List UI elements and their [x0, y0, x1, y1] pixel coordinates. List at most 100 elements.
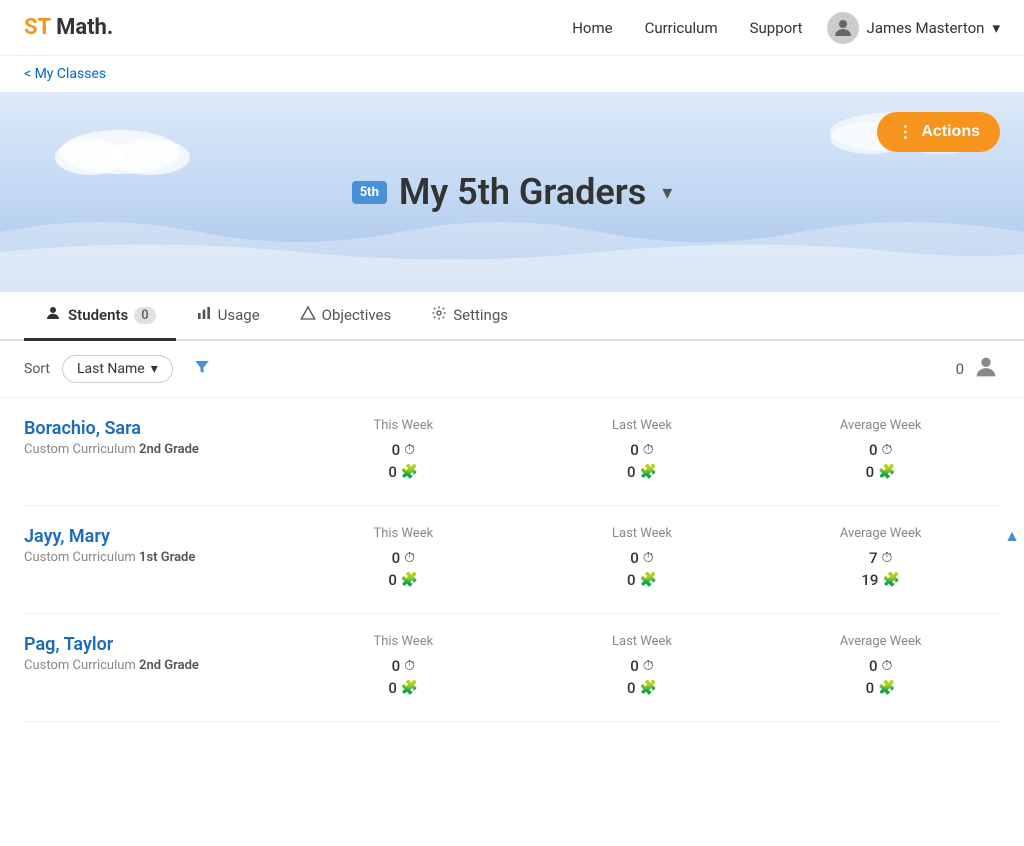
- this-week-puzzles-0: 0 🧩: [284, 463, 523, 481]
- last-week-puzzles-1: 0 🧩: [523, 571, 762, 589]
- nav-support[interactable]: Support: [750, 19, 803, 37]
- puzzle-icon-lw2: 🧩: [640, 680, 657, 696]
- last-week-label-0: Last Week: [523, 418, 762, 433]
- last-week-col-2: Last Week 0 ⏱ 0 🧩: [523, 634, 762, 701]
- avg-week-col-0: Average Week 0 ⏱ 0 🧩: [761, 418, 1000, 485]
- this-week-time-0: 0 ⏱: [284, 441, 523, 459]
- nav-links: Home Curriculum Support: [572, 19, 802, 37]
- objectives-tab-icon: [300, 305, 316, 325]
- table-row: Borachio, Sara Custom Curriculum 2nd Gra…: [24, 398, 1000, 506]
- this-week-label-0: This Week: [284, 418, 523, 433]
- settings-tab-icon: [431, 305, 447, 325]
- breadcrumb[interactable]: < My Classes: [0, 56, 1024, 92]
- avg-week-time-1: 7 ⏱: [761, 549, 1000, 567]
- grade-badge: 5th: [352, 181, 387, 204]
- header: ST Math. Home Curriculum Support James M…: [0, 0, 1024, 56]
- this-week-col-0: This Week 0 ⏱ 0 🧩: [284, 418, 523, 485]
- student-name-2[interactable]: Pag, Taylor: [24, 634, 113, 655]
- user-menu[interactable]: James Masterton ▾: [827, 12, 1000, 44]
- avg-week-time-0: 0 ⏱: [761, 441, 1000, 459]
- sort-current-value: Last Name: [77, 361, 145, 377]
- student-icon: [972, 353, 1000, 385]
- usage-tab-icon: [196, 305, 212, 325]
- clock-icon-tw2: ⏱: [404, 658, 415, 674]
- student-name-1[interactable]: Jayy, Mary: [24, 526, 110, 547]
- actions-dots-icon: ⋮: [897, 122, 913, 142]
- avg-week-puzzles-0: 0 🧩: [761, 463, 1000, 481]
- avg-week-label-2: Average Week: [761, 634, 1000, 649]
- actions-button[interactable]: ⋮ Actions: [877, 112, 1000, 152]
- logo-st: ST: [24, 15, 51, 40]
- student-info-1: Jayy, Mary Custom Curriculum 1st Grade: [24, 526, 284, 565]
- nav-home[interactable]: Home: [572, 19, 612, 37]
- last-week-puzzles-2: 0 🧩: [523, 679, 762, 697]
- tab-objectives-label: Objectives: [322, 306, 392, 324]
- scroll-up-indicator[interactable]: ▲: [1004, 526, 1020, 546]
- tab-settings-label: Settings: [453, 306, 508, 324]
- last-week-label-1: Last Week: [523, 526, 762, 541]
- hero-title: 5th My 5th Graders ▾: [352, 171, 673, 213]
- tab-objectives[interactable]: Objectives: [280, 292, 412, 341]
- last-week-time-2: 0 ⏱: [523, 657, 762, 675]
- puzzle-icon-tw1: 🧩: [401, 572, 418, 588]
- student-count: 0: [956, 360, 964, 378]
- this-week-col-2: This Week 0 ⏱ 0 🧩: [284, 634, 523, 701]
- sort-right: 0: [956, 353, 1000, 385]
- puzzle-icon-aw1: 🧩: [882, 572, 899, 588]
- avg-week-puzzles-2: 0 🧩: [761, 679, 1000, 697]
- filter-button[interactable]: [185, 354, 219, 385]
- puzzle-icon-lw1: 🧩: [640, 572, 657, 588]
- clock-icon-lw2: ⏱: [643, 658, 654, 674]
- student-list: Borachio, Sara Custom Curriculum 2nd Gra…: [0, 398, 1024, 722]
- logo: ST Math.: [24, 15, 113, 40]
- this-week-puzzles-1: 0 🧩: [284, 571, 523, 589]
- user-dropdown-icon: ▾: [992, 19, 1000, 37]
- clock-icon-aw0: ⏱: [881, 442, 892, 458]
- puzzle-icon: 🧩: [401, 464, 418, 480]
- sort-label: Sort: [24, 361, 50, 377]
- student-name-0[interactable]: Borachio, Sara: [24, 418, 141, 439]
- clock-icon-lw1: ⏱: [643, 550, 654, 566]
- avg-week-col-1: Average Week 7 ⏱ 19 🧩 ▲: [761, 526, 1000, 593]
- tab-settings[interactable]: Settings: [411, 292, 528, 341]
- avg-week-label-1: Average Week: [761, 526, 1000, 541]
- tab-students[interactable]: Students 0: [24, 292, 176, 341]
- clock-icon-lw0: ⏱: [643, 442, 654, 458]
- last-week-time-1: 0 ⏱: [523, 549, 762, 567]
- student-curriculum-0: Custom Curriculum 2nd Grade: [24, 442, 264, 457]
- class-dropdown-icon[interactable]: ▾: [662, 180, 672, 204]
- table-row: Pag, Taylor Custom Curriculum 2nd Grade …: [24, 614, 1000, 722]
- student-info-2: Pag, Taylor Custom Curriculum 2nd Grade: [24, 634, 284, 673]
- this-week-time-1: 0 ⏱: [284, 549, 523, 567]
- clock-icon-aw2: ⏱: [881, 658, 892, 674]
- hero-banner: 5th My 5th Graders ▾ ⋮ Actions: [0, 92, 1024, 292]
- puzzle-icon-lw0: 🧩: [640, 464, 657, 480]
- sort-dropdown-icon: ▾: [151, 361, 158, 377]
- student-curriculum-1: Custom Curriculum 1st Grade: [24, 550, 264, 565]
- this-week-col-1: This Week 0 ⏱ 0 🧩: [284, 526, 523, 593]
- avatar: [827, 12, 859, 44]
- student-grade-1: 1st Grade: [139, 550, 195, 565]
- students-tab-icon: [44, 304, 62, 326]
- user-name: James Masterton: [867, 19, 985, 37]
- nav-curriculum[interactable]: Curriculum: [645, 19, 718, 37]
- tab-students-label: Students: [68, 306, 128, 324]
- logo-math: Math.: [51, 15, 114, 40]
- last-week-col-1: Last Week 0 ⏱ 0 🧩: [523, 526, 762, 593]
- class-name: My 5th Graders: [399, 171, 646, 213]
- last-week-puzzles-0: 0 🧩: [523, 463, 762, 481]
- puzzle-icon-tw2: 🧩: [401, 680, 418, 696]
- puzzle-icon-aw0: 🧩: [878, 464, 895, 480]
- sort-bar: Sort Last Name ▾ 0: [0, 341, 1024, 398]
- this-week-time-2: 0 ⏱: [284, 657, 523, 675]
- student-grade-2: 2nd Grade: [139, 658, 199, 673]
- table-row: Jayy, Mary Custom Curriculum 1st Grade T…: [24, 506, 1000, 614]
- student-curriculum-2: Custom Curriculum 2nd Grade: [24, 658, 264, 673]
- avg-week-time-2: 0 ⏱: [761, 657, 1000, 675]
- student-info-0: Borachio, Sara Custom Curriculum 2nd Gra…: [24, 418, 284, 457]
- clock-icon-aw1: ⏱: [881, 550, 892, 566]
- this-week-label-1: This Week: [284, 526, 523, 541]
- sort-select[interactable]: Last Name ▾: [62, 355, 173, 383]
- tab-usage[interactable]: Usage: [176, 292, 280, 341]
- tab-usage-label: Usage: [218, 306, 260, 324]
